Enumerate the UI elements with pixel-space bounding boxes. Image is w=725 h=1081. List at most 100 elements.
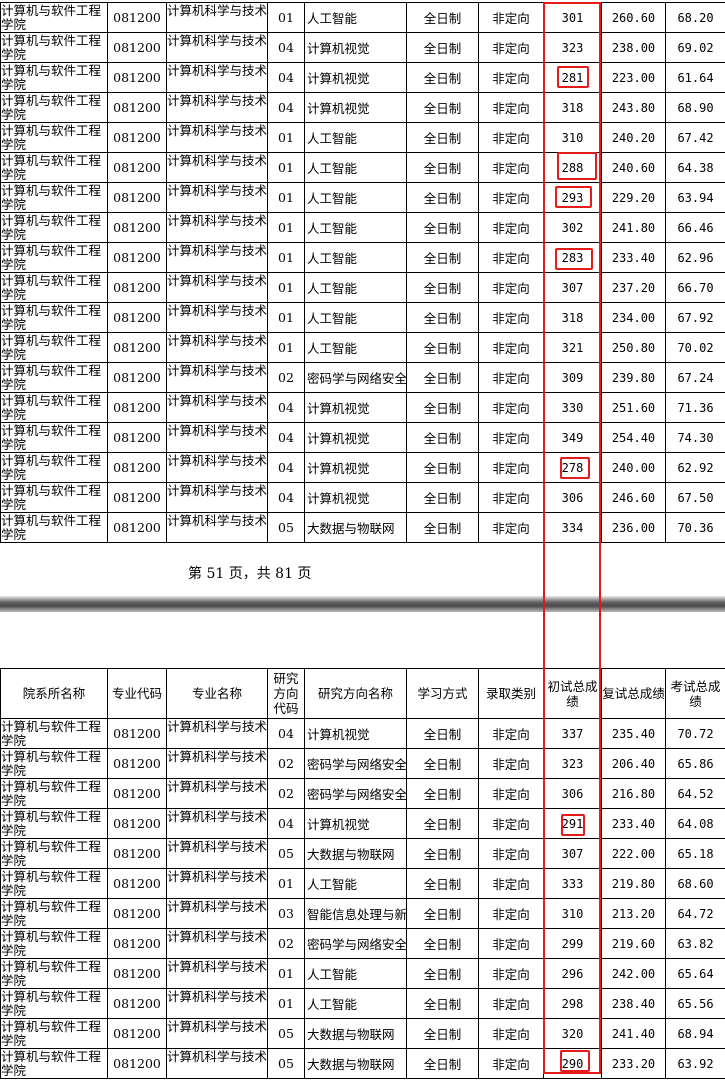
cell-study-mode: 全日制 bbox=[406, 452, 479, 483]
cell-retest-score: 240.00 bbox=[601, 452, 666, 483]
cell-admission-type: 非定向 bbox=[478, 392, 544, 423]
cell-department: 计算机与软件工程学院 bbox=[0, 62, 108, 93]
cell-initial-score: 323 bbox=[543, 32, 602, 63]
cell-direction-name: 计算机视觉 bbox=[304, 482, 407, 513]
cell-major-code: 081200 bbox=[107, 92, 167, 123]
cell-direction-name: 人工智能 bbox=[304, 302, 407, 333]
cell-admission-type: 非定向 bbox=[478, 122, 544, 153]
table-row: 计算机与软件工程学院 081200 计算机科学与技术 02 密码学与网络安全 全日制 非定向… bbox=[0, 362, 725, 393]
table-row: 计算机与软件工程学院081200计算机科学与技术03智能信息处理与新型计算模型全… bbox=[0, 898, 725, 929]
score-table-page-51: 计算机与软件工程学院 081200 计算机科学与技术 01 人工智能 全日制 非定向 301 2… bbox=[0, 2, 725, 543]
cell-direction-code: 01 bbox=[267, 988, 305, 1019]
cell-direction-code: 03 bbox=[267, 898, 305, 929]
cell-major-code: 081200 bbox=[107, 362, 167, 393]
cell-admission-type: 非定向 bbox=[478, 718, 544, 749]
cell-direction-name: 人工智能 bbox=[304, 2, 407, 33]
cell-retest-score: 234.00 bbox=[601, 302, 666, 333]
cell-study-mode: 全日制 bbox=[406, 242, 479, 273]
cell-department: 计算机与软件工程学院 bbox=[0, 838, 108, 869]
header-total-score: 考试总成绩 bbox=[665, 668, 725, 719]
cell-major-code: 081200 bbox=[107, 958, 167, 989]
cell-direction-code: 05 bbox=[267, 512, 305, 543]
cell-department: 计算机与软件工程学院 bbox=[0, 182, 108, 213]
cell-retest-score: 219.80 bbox=[601, 868, 666, 899]
cell-initial-score: 298 bbox=[543, 988, 602, 1019]
cell-study-mode: 全日制 bbox=[406, 62, 479, 93]
cell-direction-name: 人工智能 bbox=[304, 212, 407, 243]
cell-initial-score: 337 bbox=[543, 718, 602, 749]
cell-direction-name: 人工智能 bbox=[304, 988, 407, 1019]
cell-total-score: 63.82 bbox=[665, 928, 725, 959]
cell-direction-code: 02 bbox=[267, 778, 305, 809]
cell-major-code: 081200 bbox=[107, 272, 167, 303]
cell-direction-code: 04 bbox=[267, 482, 305, 513]
table-row: 计算机与软件工程学院 081200 计算机科学与技术 05 大数据与物联网 全日制 非定向 3… bbox=[0, 512, 725, 543]
cell-department: 计算机与软件工程学院 bbox=[0, 392, 108, 423]
cell-admission-type: 非定向 bbox=[478, 482, 544, 513]
cell-major-code: 081200 bbox=[107, 1048, 167, 1079]
cell-direction-code: 01 bbox=[267, 122, 305, 153]
cell-initial-score: 330 bbox=[543, 392, 602, 423]
header-study-mode: 学习方式 bbox=[406, 668, 479, 719]
cell-total-score: 61.64 bbox=[665, 62, 725, 93]
cell-total-score: 70.02 bbox=[665, 332, 725, 363]
cell-study-mode: 全日制 bbox=[406, 2, 479, 33]
cell-admission-type: 非定向 bbox=[478, 332, 544, 363]
cell-direction-name: 计算机视觉 bbox=[304, 718, 407, 749]
cell-initial-score: 307 bbox=[543, 838, 602, 869]
cell-department: 计算机与软件工程学院 bbox=[0, 988, 108, 1019]
cell-study-mode: 全日制 bbox=[406, 332, 479, 363]
cell-total-score: 62.92 bbox=[665, 452, 725, 483]
cell-department: 计算机与软件工程学院 bbox=[0, 1048, 108, 1079]
cell-major-name: 计算机科学与技术 bbox=[166, 332, 268, 363]
cell-total-score: 63.94 bbox=[665, 182, 725, 213]
cell-retest-score: 251.60 bbox=[601, 392, 666, 423]
cell-admission-type: 非定向 bbox=[478, 212, 544, 243]
cell-major-name: 计算机科学与技术 bbox=[166, 898, 268, 929]
cell-direction-name: 大数据与物联网 bbox=[304, 1018, 407, 1049]
cell-direction-code: 02 bbox=[267, 748, 305, 779]
cell-department: 计算机与软件工程学院 bbox=[0, 512, 108, 543]
table-row: 计算机与软件工程学院 081200 计算机科学与技术 04 计算机视觉 全日制 非定向 318… bbox=[0, 92, 725, 123]
cell-admission-type: 非定向 bbox=[478, 362, 544, 393]
table-row: 计算机与软件工程学院 081200 计算机科学与技术 02 密码学与网络安全 全日制 非定向… bbox=[0, 928, 725, 959]
cell-retest-score: 238.40 bbox=[601, 988, 666, 1019]
cell-initial-score: 290 bbox=[543, 1048, 602, 1079]
cell-major-code: 081200 bbox=[107, 512, 167, 543]
cell-initial-score: 309 bbox=[543, 362, 602, 393]
cell-major-name: 计算机科学与技术 bbox=[166, 2, 268, 33]
cell-study-mode: 全日制 bbox=[406, 958, 479, 989]
cell-major-code: 081200 bbox=[107, 718, 167, 749]
cell-retest-score: 238.00 bbox=[601, 32, 666, 63]
header-admission-type: 录取类别 bbox=[478, 668, 544, 719]
cell-direction-code: 02 bbox=[267, 928, 305, 959]
cell-department: 计算机与软件工程学院 bbox=[0, 928, 108, 959]
score-table-page-52: 院系所名称 专业代码 专业名称 研究方向代码 研究方向名称 学习方式 录取类别 … bbox=[0, 668, 725, 1079]
cell-retest-score: 241.40 bbox=[601, 1018, 666, 1049]
cell-initial-score: 283 bbox=[543, 242, 602, 273]
cell-direction-code: 01 bbox=[267, 242, 305, 273]
cell-total-score: 74.30 bbox=[665, 422, 725, 453]
cell-study-mode: 全日制 bbox=[406, 778, 479, 809]
cell-major-name: 计算机科学与技术 bbox=[166, 362, 268, 393]
cell-study-mode: 全日制 bbox=[406, 1018, 479, 1049]
cell-major-code: 081200 bbox=[107, 808, 167, 839]
cell-retest-score: 240.20 bbox=[601, 122, 666, 153]
cell-direction-code: 04 bbox=[267, 32, 305, 63]
cell-admission-type: 非定向 bbox=[478, 868, 544, 899]
cell-major-code: 081200 bbox=[107, 182, 167, 213]
cell-retest-score: 223.00 bbox=[601, 62, 666, 93]
cell-admission-type: 非定向 bbox=[478, 1018, 544, 1049]
cell-study-mode: 全日制 bbox=[406, 422, 479, 453]
cell-study-mode: 全日制 bbox=[406, 808, 479, 839]
cell-initial-score: 306 bbox=[543, 482, 602, 513]
cell-retest-score: 233.40 bbox=[601, 242, 666, 273]
header-direction-code: 研究方向代码 bbox=[267, 668, 305, 719]
cell-major-code: 081200 bbox=[107, 988, 167, 1019]
table-row: 计算机与软件工程学院 081200 计算机科学与技术 01 人工智能 全日制 非定向 296 2… bbox=[0, 958, 725, 989]
cell-retest-score: 235.40 bbox=[601, 718, 666, 749]
cell-initial-score: 349 bbox=[543, 422, 602, 453]
cell-initial-score: 281 bbox=[543, 62, 602, 93]
cell-direction-name: 人工智能 bbox=[304, 152, 407, 183]
cell-initial-score: 318 bbox=[543, 92, 602, 123]
